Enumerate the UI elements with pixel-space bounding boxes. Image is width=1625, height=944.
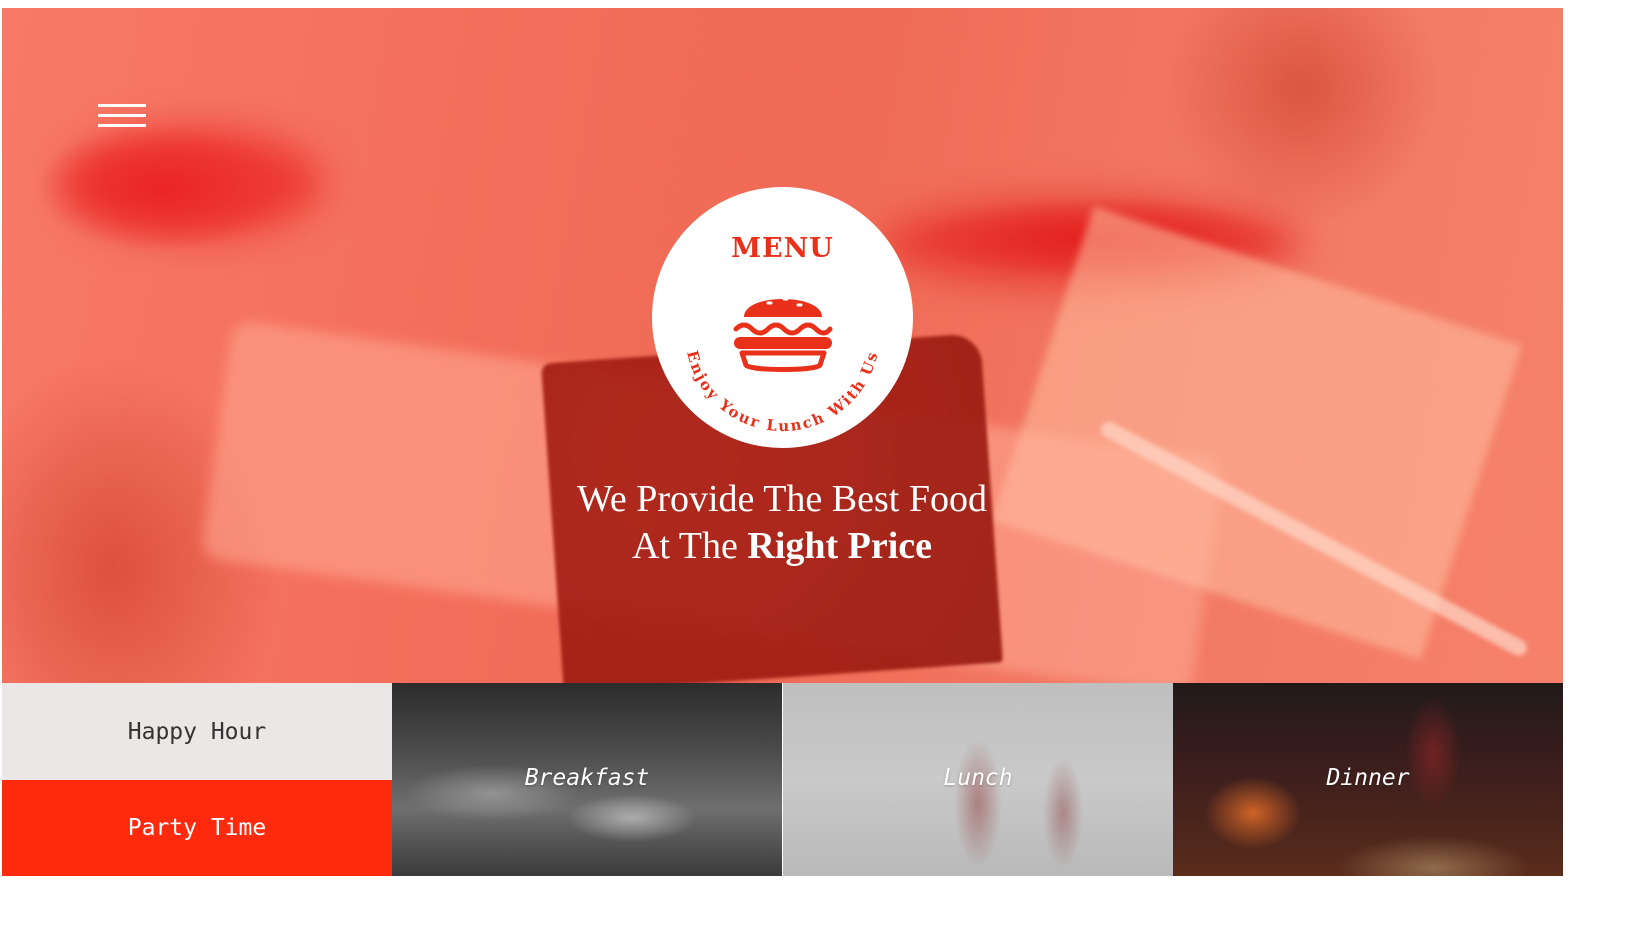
- hero-background-blur: [62, 128, 322, 238]
- tile-stack: Happy Hour Party Time: [2, 683, 392, 876]
- happy-hour-label: Happy Hour: [127, 718, 267, 745]
- headline-line-2-bold: Right Price: [747, 525, 933, 567]
- page: MENU Enjoy Your Lunch With Us We Provide…: [2, 8, 1563, 876]
- headline-line-2: At The Right Price: [382, 523, 1182, 570]
- hero-section: MENU Enjoy Your Lunch With Us We Provide…: [2, 8, 1563, 683]
- logo-ring-text: Enjoy Your Lunch With Us: [683, 349, 882, 436]
- lunch-tile[interactable]: Lunch: [783, 683, 1173, 876]
- lunch-label: Lunch: [943, 765, 1013, 791]
- headline-line-2-prefix: At The: [631, 525, 748, 567]
- category-tiles: Happy Hour Party Time Breakfast Lunch Di…: [2, 683, 1563, 876]
- happy-hour-tile[interactable]: Happy Hour: [2, 683, 392, 780]
- dinner-tile[interactable]: Dinner: [1173, 683, 1563, 876]
- headline-line-1: We Provide The Best Food: [577, 478, 987, 520]
- breakfast-tile[interactable]: Breakfast: [392, 683, 782, 876]
- svg-text:Enjoy Your Lunch With Us: Enjoy Your Lunch With Us: [683, 349, 882, 436]
- hamburger-icon[interactable]: [98, 102, 148, 130]
- hero-headline: We Provide The Best Food At The Right Pr…: [382, 476, 1182, 570]
- party-time-label: Party Time: [127, 815, 267, 841]
- breakfast-label: Breakfast: [524, 765, 650, 791]
- party-time-tile[interactable]: Party Time: [2, 780, 392, 876]
- logo-ring-text-path: Enjoy Your Lunch With Us: [683, 349, 880, 436]
- dinner-label: Dinner: [1326, 765, 1410, 791]
- menu-logo-badge: MENU Enjoy Your Lunch With Us: [652, 187, 913, 448]
